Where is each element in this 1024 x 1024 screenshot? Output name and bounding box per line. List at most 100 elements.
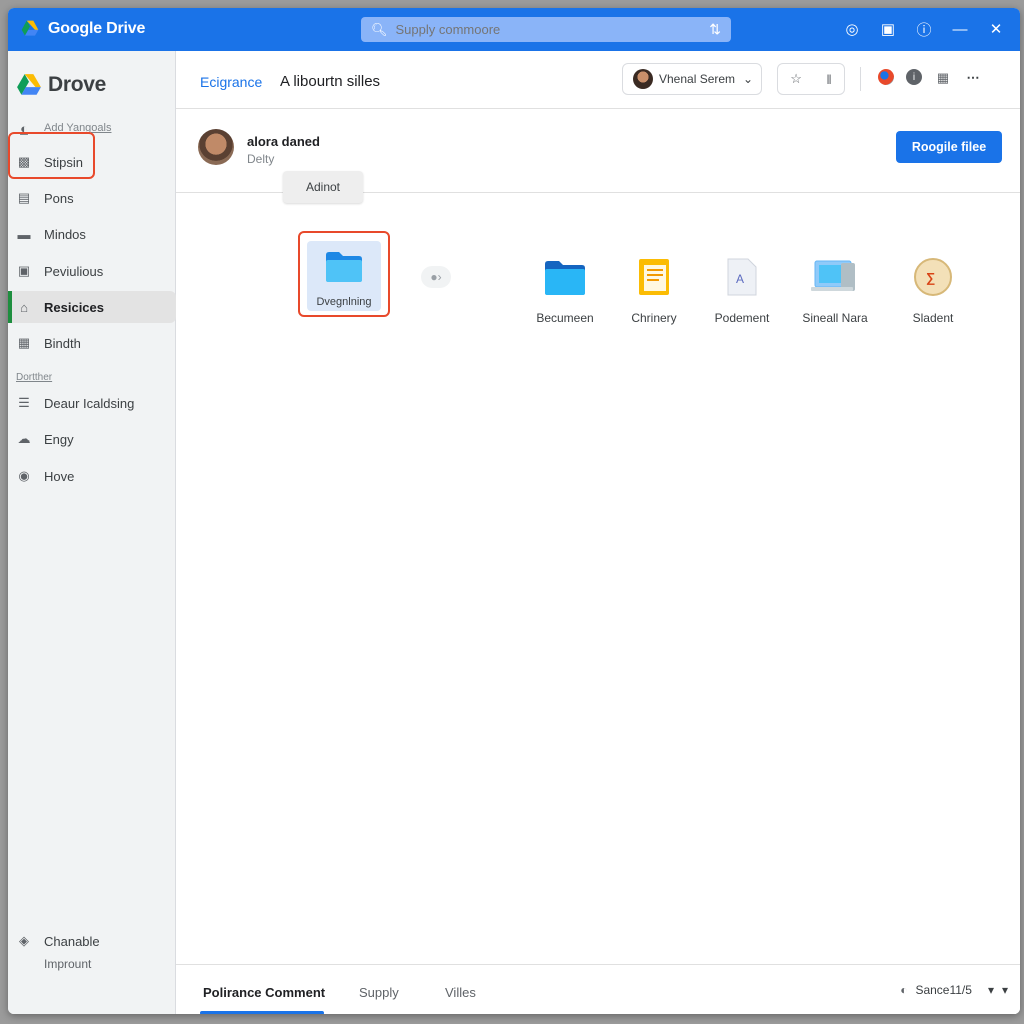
file-label: Dvegnlning — [316, 296, 372, 308]
minimize-icon[interactable]: — — [950, 19, 970, 39]
sidebar-item-label: Engy — [44, 431, 74, 447]
primary-action-button[interactable]: Roogile filee — [896, 131, 1002, 163]
status-text: Sance11/5 — [915, 983, 972, 997]
file-label: Sladent — [912, 311, 954, 325]
folder-icon — [326, 252, 362, 282]
tooltip: Adinot — [283, 171, 363, 203]
file-item[interactable]: Sineall Nara — [787, 253, 883, 325]
calendar-icon[interactable]: ▦ — [934, 69, 952, 87]
tab-polirance-comment[interactable]: Polirance Comment — [203, 985, 325, 1000]
tab-villes[interactable]: Villes — [445, 985, 476, 1000]
globe-icon[interactable]: ◎ — [842, 19, 862, 39]
add-circle-icon: ◐ — [20, 120, 28, 136]
content-header: Ecigrance A libourtn silles Vhenal Serem… — [176, 51, 1020, 109]
sidebar-item-mindos[interactable]: ▬ Mindos — [8, 218, 176, 250]
sidebar-bottom-sub: Imprount — [44, 957, 92, 971]
cloud-icon: ☁ — [17, 431, 31, 446]
sidebar-item-label: Hove — [44, 468, 75, 484]
folder-icon: ▬ — [17, 226, 31, 242]
inbox-icon: ▩ — [17, 154, 31, 169]
grid-icon: ▦ — [17, 335, 31, 350]
color-palette-icon[interactable] — [878, 69, 894, 85]
app-title: Google Drive — [48, 20, 146, 37]
dot-icon: ◉ — [18, 468, 30, 483]
document-icon — [630, 253, 678, 301]
file-label: Podement — [714, 311, 770, 325]
user-name: alora daned — [247, 134, 320, 149]
sync-icon: ◐ — [900, 983, 908, 997]
sidebar-item-deaur-icaldsing[interactable]: ☰ Deaur Icaldsing — [8, 387, 176, 419]
file-icon: A — [718, 253, 766, 301]
avatar — [633, 69, 653, 89]
chevron-down-icon[interactable]: ▾ — [1002, 983, 1008, 997]
title-bar: Google Drive 🔍︎ ⇅ ◎ ▣ ⓘ — ✕ — [8, 8, 1020, 51]
drive-logo-icon — [21, 20, 39, 36]
attachment-icon[interactable]: ‖ — [826, 72, 831, 87]
add-link-label: Add Yangoals — [44, 122, 112, 134]
search-icon: 🔍︎ — [371, 21, 388, 37]
search-bar[interactable]: 🔍︎ ⇅ — [361, 17, 731, 42]
divider — [860, 67, 861, 91]
brand-name: Drove — [48, 73, 107, 96]
badge-icon: ∑ — [909, 253, 957, 301]
toolbar-group: ☆ ‖ — [777, 63, 845, 95]
sidebar: Drove ◐ Add Yangoals ▩ Stipsin ▤ Pons ▬ … — [8, 51, 176, 1014]
file-label: Chrinery — [631, 311, 677, 325]
file-item[interactable]: Chrinery — [606, 253, 702, 325]
scroll-arrow-icon[interactable]: ●› — [421, 266, 451, 288]
sidebar-item-label: Chanable — [44, 933, 100, 949]
window-controls: ◎ ▣ ⓘ — ✕ — [842, 19, 1006, 39]
sidebar-item-engy[interactable]: ☁ Engy — [8, 423, 176, 455]
file-item-selected[interactable]: Dvegnlning — [298, 231, 390, 317]
chevron-down-icon: ⌄ — [743, 72, 754, 86]
app-window: Google Drive 🔍︎ ⇅ ◎ ▣ ⓘ — ✕ Drove ◐ Add … — [8, 8, 1020, 1014]
search-input[interactable] — [395, 22, 696, 37]
account-name: Vhenal Serem — [659, 72, 736, 86]
printer-icon: ▤ — [17, 190, 31, 205]
file-item[interactable]: A Podement — [694, 253, 790, 325]
sidebar-item-label: Resicices — [44, 299, 104, 315]
star-icon[interactable]: ☆ — [790, 71, 802, 87]
settings-icon: ◈ — [19, 933, 29, 948]
home-icon: ⌂ — [20, 299, 28, 315]
sidebar-item-hove[interactable]: ◉ Hove — [8, 460, 176, 492]
user-row: alora daned Delty Adinot Roogile filee — [176, 109, 1020, 203]
file-item[interactable]: ∑ Sladent — [885, 253, 981, 325]
file-item[interactable]: Becumeen — [517, 253, 613, 325]
sidebar-item-pons[interactable]: ▤ Pons — [8, 182, 176, 214]
file-label: Becumeen — [536, 311, 594, 325]
sidebar-item-chanable[interactable]: ◈ Chanable — [16, 933, 100, 949]
sidebar-item-stipsin[interactable]: ▩ Stipsin — [8, 146, 176, 178]
breadcrumb-current: A libourtn silles — [280, 73, 381, 90]
active-tab-indicator — [200, 1011, 324, 1014]
info-icon[interactable]: ⓘ — [914, 19, 934, 39]
sidebar-item-label: Peviulious — [44, 263, 104, 279]
account-switcher[interactable]: Vhenal Serem ⌄ — [622, 63, 762, 95]
sidebar-item-bindth[interactable]: ▦ Bindth — [8, 327, 176, 359]
svg-text:A: A — [736, 272, 744, 286]
main-content: Ecigrance A libourtn silles Vhenal Serem… — [176, 51, 1020, 1014]
camera-icon[interactable]: ▣ — [878, 19, 898, 39]
chevron-down-icon[interactable]: ▾ — [988, 983, 994, 997]
microphone-icon[interactable]: ⇅ — [709, 21, 721, 38]
drive-logo-icon — [17, 74, 41, 95]
sidebar-item-label: Bindth — [44, 335, 81, 351]
user-avatar[interactable] — [198, 129, 234, 165]
sidebar-item-label: Deaur Icaldsing — [44, 395, 135, 411]
close-icon[interactable]: ✕ — [986, 19, 1006, 39]
sidebar-item-label: Mindos — [44, 226, 86, 242]
svg-text:∑: ∑ — [926, 270, 935, 285]
image-icon — [811, 253, 859, 301]
breadcrumb-parent[interactable]: Ecigrance — [200, 74, 262, 90]
footer-bar: Polirance Comment Supply Villes ◐ Sance1… — [176, 964, 1020, 1014]
tab-supply[interactable]: Supply — [359, 985, 399, 1000]
sidebar-item-resicices[interactable]: ⌂ Resicices — [8, 291, 176, 323]
sidebar-brand[interactable]: Drove — [16, 73, 106, 97]
more-options-icon[interactable]: ⋯ — [964, 69, 982, 87]
header-icons: i ▦ ⋯ — [878, 69, 982, 87]
footer-status[interactable]: ◐ Sance11/5 ▾ ▾ — [900, 983, 1008, 997]
sidebar-item-peviulious[interactable]: ▣ Peviulious — [8, 255, 176, 287]
add-link[interactable]: ◐ Add Yangoals — [8, 112, 176, 144]
info-icon[interactable]: i — [906, 69, 922, 85]
sidebar-item-label: Stipsin — [44, 154, 84, 170]
